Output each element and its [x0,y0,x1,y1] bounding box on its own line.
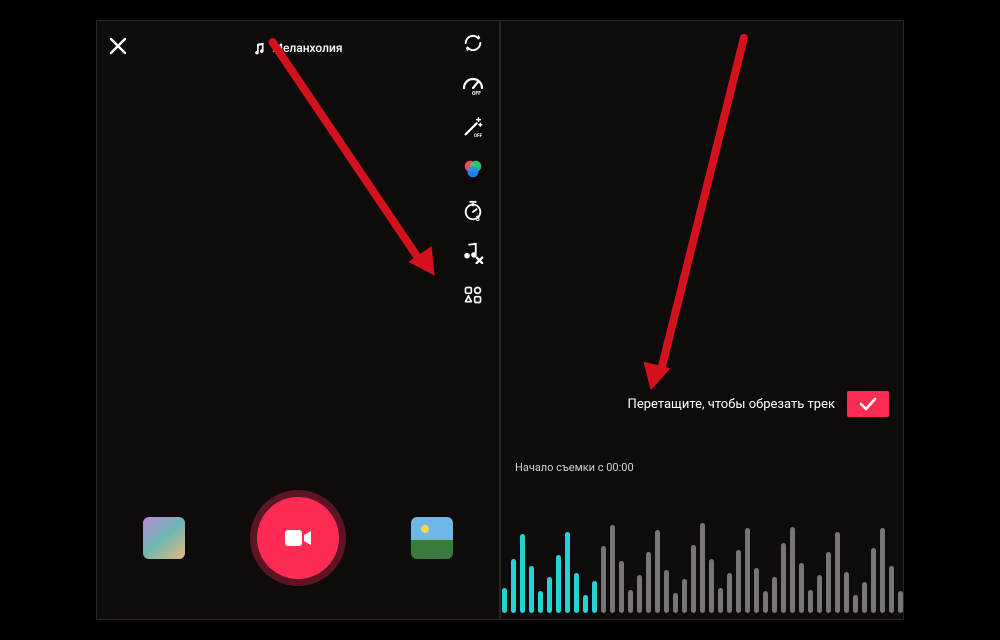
check-icon [859,397,877,411]
waveform-bar [808,590,813,613]
upload-button[interactable] [411,517,453,559]
waveform-bar [655,530,660,613]
waveform-bar [511,559,516,613]
waveform-bar [502,588,507,613]
trim-sound-button[interactable] [461,241,485,265]
waveform-bar [745,528,750,613]
waveform-bar [718,588,723,613]
timer-icon: 3 [462,200,484,222]
waveform-bar [601,546,606,613]
waveform-bar [556,555,561,613]
flip-camera-button[interactable] [461,31,485,55]
svg-text:3: 3 [476,214,480,222]
record-screen: Меланхолия OFF [96,20,500,620]
waveform-bar [700,523,705,613]
close-icon [109,37,127,55]
svg-text:OFF: OFF [474,133,483,138]
waveform-bar [727,573,732,613]
waveform-bar [709,559,714,613]
waveform-bar [889,566,894,613]
waveform-bar [844,572,849,613]
filters-button[interactable] [461,157,485,181]
close-button[interactable] [109,37,127,60]
waveform-bar [619,561,624,613]
waveform-bar [538,591,543,613]
waveform-bar [520,534,525,613]
grid-icon [463,285,483,305]
waveform-bar [565,532,570,613]
select-sound[interactable]: Меланхолия [253,41,342,55]
waveform-bar [862,582,867,613]
waveform-bar [682,579,687,613]
effects-button[interactable] [143,517,185,559]
waveform-bar [637,575,642,613]
waveform-bar [880,528,885,613]
waveform-bar [781,543,786,613]
waveform-bar [799,563,804,613]
svg-text:OFF: OFF [472,91,481,96]
waveform-bar [610,525,615,613]
waveform[interactable] [501,509,903,619]
waveform-bar [673,593,678,613]
trim-row: Перетащите, чтобы обрезать трек [515,391,889,417]
start-time-label: Начало съемки с 00:00 [515,461,634,474]
waveform-bar [898,591,903,613]
side-toolbar: OFF OFF [461,31,485,307]
waveform-bar [583,595,588,613]
trim-hint-label: Перетащите, чтобы обрезать трек [628,397,835,412]
waveform-bar [691,545,696,613]
top-bar: Меланхолия [97,31,499,65]
beauty-button[interactable]: OFF [461,115,485,139]
waveform-bar [763,591,768,613]
more-tools-button[interactable] [461,283,485,307]
speed-button[interactable]: OFF [461,73,485,97]
waveform-bar [547,577,552,613]
music-note-icon [253,42,266,55]
timer-button[interactable]: 3 [461,199,485,223]
trim-sound-screen: Перетащите, чтобы обрезать трек Начало с… [500,20,904,620]
filters-icon [462,158,484,180]
record-button[interactable] [257,497,339,579]
waveform-bar [853,595,858,613]
waveform-bar [592,581,597,613]
bottom-bar [97,497,499,579]
trim-sound-icon [462,242,484,264]
waveform-bar [772,577,777,613]
confirm-trim-button[interactable] [847,391,889,417]
speed-icon: OFF [461,74,485,96]
waveform-bar [664,570,669,613]
waveform-bar [790,527,795,613]
waveform-bar [835,532,840,613]
waveform-bar [871,548,876,613]
waveform-bar [754,568,759,613]
waveform-bar [817,575,822,613]
magic-wand-icon: OFF [462,116,484,138]
camera-icon [283,526,313,550]
selected-sound-label: Меланхолия [272,41,342,55]
waveform-bar [628,590,633,613]
waveform-bar [529,566,534,613]
waveform-bar [574,573,579,613]
waveform-bar [736,550,741,613]
flip-camera-icon [462,32,484,54]
waveform-bar [826,552,831,613]
waveform-bar [646,552,651,613]
